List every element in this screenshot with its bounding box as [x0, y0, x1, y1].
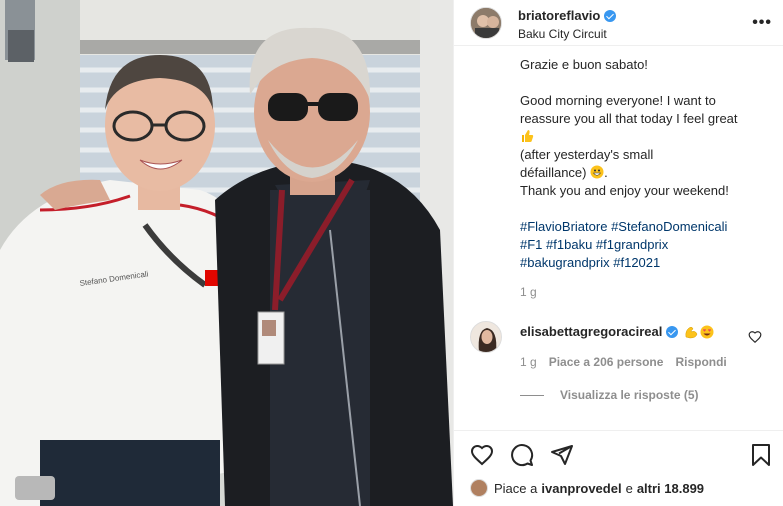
heart-eyes-emoji: [700, 325, 714, 338]
hashtag[interactable]: #bakugrandprix: [520, 255, 610, 270]
caption-line: Good morning everyone! I want to: [520, 93, 716, 108]
more-icon[interactable]: •••: [752, 14, 772, 32]
comment-likes[interactable]: Piace a 206 persone: [549, 355, 664, 369]
share-icon[interactable]: [550, 443, 574, 467]
hashtag[interactable]: #StefanoDomenicali: [611, 219, 727, 234]
liker-username[interactable]: ivanprovedel: [541, 481, 621, 496]
comment-item: elisabettagregoracireal 1 g Piace a 206 …: [454, 318, 783, 378]
verified-icon: [604, 9, 617, 22]
likes-summary[interactable]: Piace a ivanprovedel e altri 18.899: [470, 479, 708, 497]
comment-timestamp[interactable]: 1 g: [520, 355, 537, 369]
grinning-emoji: [590, 165, 604, 179]
post-location[interactable]: Baku City Circuit: [518, 27, 607, 41]
heart-icon[interactable]: [470, 443, 494, 467]
post-header: briatoreflavio Baku City Circuit •••: [454, 0, 783, 46]
comment-like-heart-icon[interactable]: [748, 330, 762, 344]
thumbs-up-emoji: [522, 130, 534, 142]
liker-avatar[interactable]: [470, 479, 488, 497]
author-avatar[interactable]: [470, 7, 502, 39]
replies-divider: [520, 394, 544, 396]
caption-line: défaillance): [520, 165, 587, 180]
likes-others[interactable]: altri 18.899: [637, 481, 704, 496]
bookmark-icon[interactable]: [750, 443, 772, 467]
photo-illustration: Stefano Domenicali: [0, 0, 453, 506]
reply-button[interactable]: Rispondi: [675, 355, 726, 369]
author-username-row[interactable]: briatoreflavio: [518, 8, 617, 23]
caption-line: (after yesterday's small: [520, 147, 654, 162]
flexed-biceps-emoji: [685, 326, 698, 338]
caption-line: Grazie e buon sabato!: [520, 57, 648, 72]
commenter-avatar[interactable]: [470, 321, 502, 353]
commenter-row: elisabettagregoracireal: [520, 324, 714, 339]
comment-icon[interactable]: [510, 443, 534, 467]
post-photo[interactable]: Stefano Domenicali: [0, 0, 453, 506]
caption-line: reassure you all that today I feel great: [520, 111, 738, 126]
comment-meta: 1 g Piace a 206 persone Rispondi: [520, 355, 727, 369]
hashtag[interactable]: #F1: [520, 237, 542, 252]
likes-middle: e: [625, 480, 633, 496]
post-caption: Grazie e buon sabato! Good morning every…: [520, 56, 770, 272]
hashtag[interactable]: #f1baku: [546, 237, 592, 252]
verified-icon: [666, 325, 679, 338]
hashtag[interactable]: #f12021: [613, 255, 660, 270]
view-replies-label: Visualizza le risposte (5): [560, 388, 699, 402]
post-side-panel: briatoreflavio Baku City Circuit ••• Gra…: [453, 0, 783, 506]
hashtag[interactable]: #FlavioBriatore: [520, 219, 607, 234]
hashtag[interactable]: #f1grandprix: [596, 237, 668, 252]
post-actions: Piace a ivanprovedel e altri 18.899: [454, 430, 783, 506]
likes-prefix: Piace a: [494, 480, 538, 496]
commenter-username[interactable]: elisabettagregoracireal: [520, 324, 662, 339]
author-username[interactable]: briatoreflavio: [518, 8, 600, 23]
view-replies-button[interactable]: Visualizza le risposte (5): [520, 388, 699, 402]
caption-timestamp[interactable]: 1 g: [520, 285, 537, 299]
caption-line: Thank you and enjoy your weekend!: [520, 183, 729, 198]
